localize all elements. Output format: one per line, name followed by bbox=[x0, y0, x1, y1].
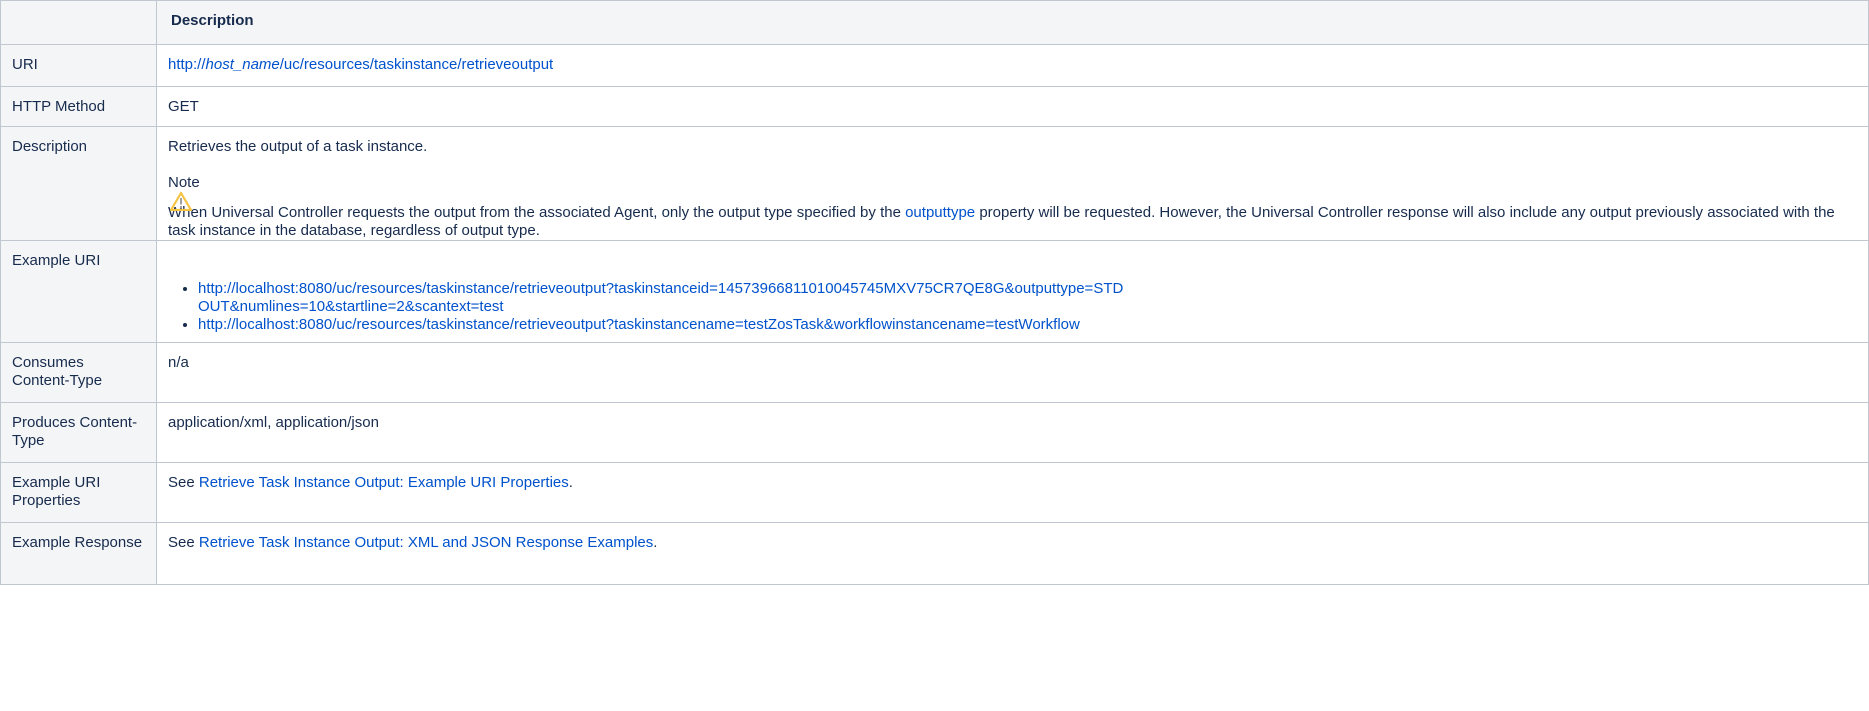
row-value-description: Retrieves the output of a task instance.… bbox=[156, 126, 1869, 241]
see-text: See bbox=[168, 474, 199, 491]
see-text: See bbox=[168, 534, 199, 551]
example-response-link[interactable]: Retrieve Task Instance Output: XML and J… bbox=[199, 534, 653, 551]
row-value-example-uri: http://localhost:8080/uc/resources/taski… bbox=[156, 240, 1869, 343]
period-text: . bbox=[653, 534, 658, 551]
row-key-consumes: Consumes Content-Type bbox=[0, 342, 157, 403]
row-key-uri: URI bbox=[0, 44, 157, 87]
row-key-description: Description bbox=[0, 126, 157, 241]
note-title: Note bbox=[168, 174, 200, 191]
uri-host: host_name bbox=[205, 56, 280, 73]
note-block: Note When Universal Controller requests … bbox=[168, 174, 1857, 240]
row-http-method: HTTP Method GET bbox=[0, 86, 1869, 127]
period-text: . bbox=[568, 474, 573, 491]
row-key-produces: Produces Content-Type bbox=[0, 402, 157, 463]
example-uri-properties-link[interactable]: Retrieve Task Instance Output: Example U… bbox=[199, 474, 569, 491]
example-uri-link-2[interactable]: http://localhost:8080/uc/resources/taski… bbox=[198, 316, 1080, 333]
row-key-example-uri: Example URI bbox=[0, 240, 157, 343]
note-text: When Universal Controller requests the o… bbox=[168, 204, 1857, 240]
row-value-http-method: GET bbox=[156, 86, 1869, 127]
row-example-uri: Example URI http://localhost:8080/uc/res… bbox=[0, 240, 1869, 343]
row-key-example-response: Example Response bbox=[0, 522, 157, 585]
list-item: http://localhost:8080/uc/resources/taski… bbox=[198, 316, 1857, 334]
example-uri-list: http://localhost:8080/uc/resources/taski… bbox=[168, 280, 1857, 334]
table-header-row: Description bbox=[0, 0, 1869, 45]
uri-path: /uc/resources/taskinstance/retrieveoutpu… bbox=[279, 56, 554, 73]
row-value-consumes: n/a bbox=[156, 342, 1869, 403]
note-text-before: When Universal Controller requests the o… bbox=[168, 204, 906, 221]
row-example-uri-properties: Example URI Properties See Retrieve Task… bbox=[0, 462, 1869, 523]
row-value-example-uri-properties: See Retrieve Task Instance Output: Examp… bbox=[156, 462, 1869, 523]
row-example-response: Example Response See Retrieve Task Insta… bbox=[0, 522, 1869, 585]
row-produces: Produces Content-Type application/xml, a… bbox=[0, 402, 1869, 463]
row-description: Description Retrieves the output of a ta… bbox=[0, 126, 1869, 241]
row-key-http-method: HTTP Method bbox=[0, 86, 157, 127]
uri-link[interactable]: http://host_name/uc/resources/taskinstan… bbox=[168, 56, 553, 73]
api-spec-table: Description URI http://host_name/uc/reso… bbox=[0, 0, 1869, 585]
description-summary: Retrieves the output of a task instance. bbox=[168, 138, 428, 155]
header-description: Description bbox=[156, 0, 1869, 45]
outputtype-link[interactable]: outputtype bbox=[905, 204, 975, 221]
row-consumes: Consumes Content-Type n/a bbox=[0, 342, 1869, 403]
header-empty-cell bbox=[0, 0, 157, 45]
list-item: http://localhost:8080/uc/resources/taski… bbox=[198, 280, 1128, 316]
row-value-uri: http://host_name/uc/resources/taskinstan… bbox=[156, 44, 1869, 87]
row-value-example-response: See Retrieve Task Instance Output: XML a… bbox=[156, 522, 1869, 585]
example-uri-link-1[interactable]: http://localhost:8080/uc/resources/taski… bbox=[198, 280, 1123, 315]
row-value-produces: application/xml, application/json bbox=[156, 402, 1869, 463]
row-uri: URI http://host_name/uc/resources/taskin… bbox=[0, 44, 1869, 87]
row-key-example-uri-properties: Example URI Properties bbox=[0, 462, 157, 523]
uri-prefix: http:// bbox=[168, 56, 206, 73]
warning-icon bbox=[170, 191, 192, 211]
